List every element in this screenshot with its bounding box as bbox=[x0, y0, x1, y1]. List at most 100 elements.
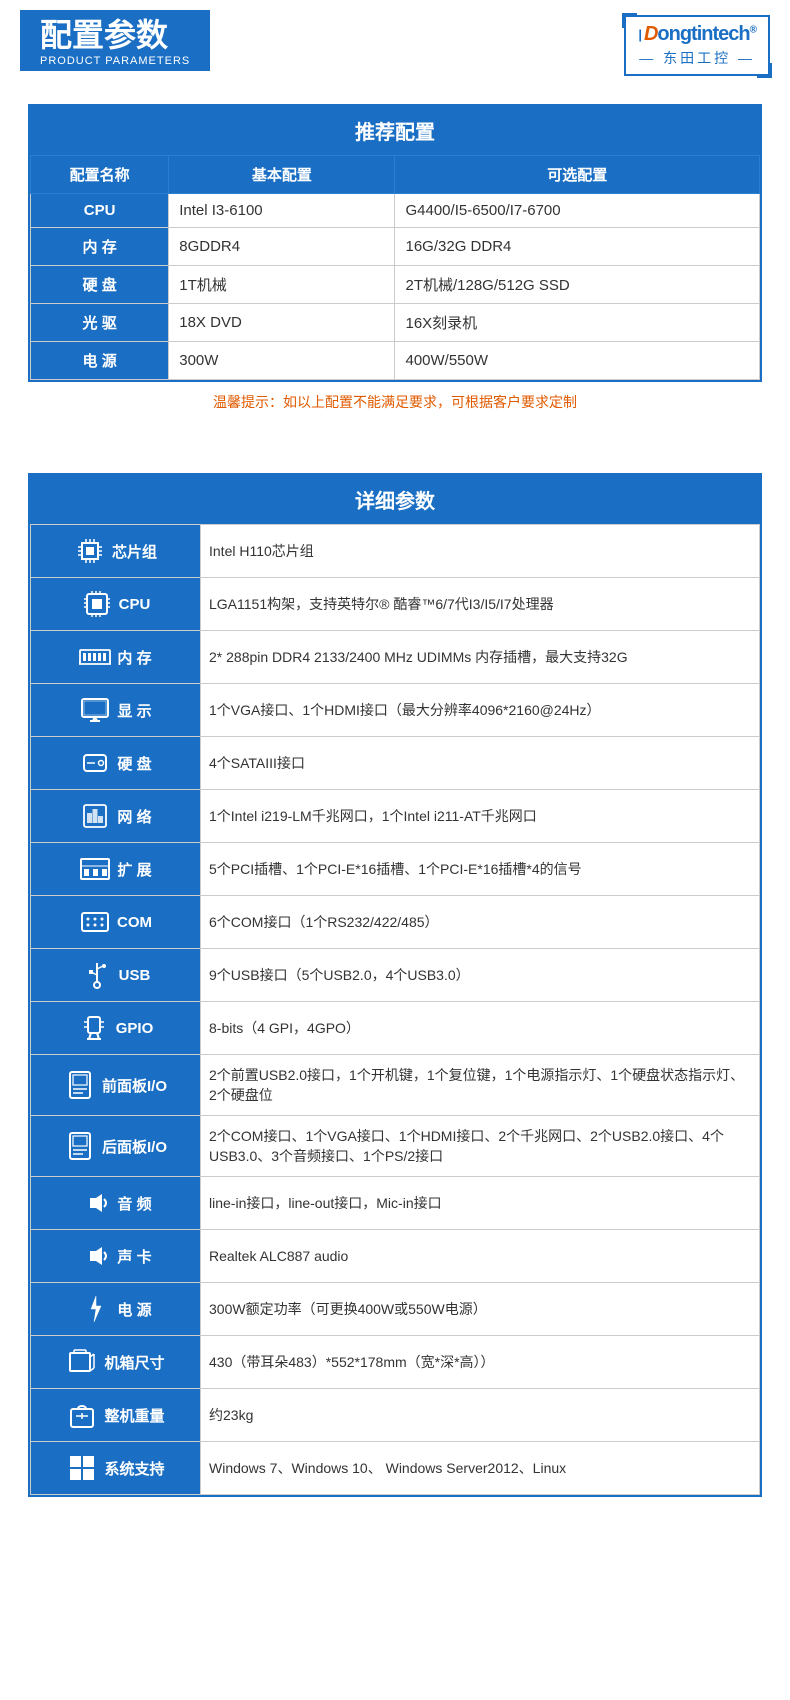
detail-value-cell: 2个前置USB2.0接口，1个开机键，1个复位键，1个电源指示灯、1个硬盘状态指… bbox=[201, 1055, 760, 1116]
detail-title: 详细参数 bbox=[30, 475, 760, 524]
col-header-name: 配置名称 bbox=[31, 156, 169, 194]
detail-label-text: 系统支持 bbox=[104, 1458, 164, 1479]
detail-label-text: 声 卡 bbox=[117, 1246, 151, 1267]
detail-label-cell: GPIO bbox=[31, 1002, 201, 1055]
detail-label-cell: 整机重量 bbox=[31, 1389, 201, 1442]
detail-row: 前面板I/O 2个前置USB2.0接口，1个开机键，1个复位键，1个电源指示灯、… bbox=[31, 1055, 760, 1116]
detail-label-text: 芯片组 bbox=[112, 541, 157, 562]
detail-label-text: GPIO bbox=[116, 1020, 154, 1037]
detail-label-text: 扩 展 bbox=[117, 859, 151, 880]
detail-icon bbox=[79, 1293, 111, 1325]
detail-label-text: 网 络 bbox=[117, 806, 151, 827]
detail-label-text: USB bbox=[119, 967, 151, 984]
detail-icon bbox=[64, 1069, 96, 1101]
detail-label-text: 音 频 bbox=[117, 1193, 151, 1214]
detail-value-cell: Intel H110芯片组 bbox=[201, 525, 760, 578]
page-title-en: PRODUCT PARAMETERS bbox=[40, 55, 190, 67]
detail-label-cell: 后面板I/O bbox=[31, 1116, 201, 1177]
detail-label-cell: 显 示 bbox=[31, 684, 201, 737]
detail-label-cell: 电 源 bbox=[31, 1283, 201, 1336]
recommend-table-outer: 推荐配置 配置名称 基本配置 可选配置 CPU Intel I3-6100 G4… bbox=[28, 104, 762, 382]
detail-label-text: 硬 盘 bbox=[117, 753, 151, 774]
recommend-row-basic: 18X DVD bbox=[169, 304, 395, 342]
detail-label-cell: USB bbox=[31, 949, 201, 1002]
recommend-row-label: 光 驱 bbox=[31, 304, 169, 342]
detail-label-text: 内 存 bbox=[117, 647, 151, 668]
recommend-row-optional: 16G/32G DDR4 bbox=[395, 228, 760, 266]
recommend-row: 内 存 8GDDR4 16G/32G DDR4 bbox=[31, 228, 760, 266]
detail-label-cell: COM bbox=[31, 896, 201, 949]
detail-icon bbox=[79, 747, 111, 779]
detail-value-cell: 1个VGA接口、1个HDMI接口（最大分辨率4096*2160@24Hz） bbox=[201, 684, 760, 737]
detail-label-cell: 扩 展 bbox=[31, 843, 201, 896]
detail-icon bbox=[66, 1399, 98, 1431]
recommend-row-basic: Intel I3-6100 bbox=[169, 194, 395, 228]
recommend-row-optional: 400W/550W bbox=[395, 342, 760, 380]
page-title-zh: 配置参数 bbox=[40, 18, 190, 53]
detail-icon bbox=[66, 1346, 98, 1378]
detail-row: 电 源 300W额定功率（可更换400W或550W电源） bbox=[31, 1283, 760, 1336]
recommend-row-optional: 2T机械/128G/512G SSD bbox=[395, 266, 760, 304]
recommend-row: 电 源 300W 400W/550W bbox=[31, 342, 760, 380]
detail-label-cell: 音 频 bbox=[31, 1177, 201, 1230]
detail-label-cell: 芯片组 bbox=[31, 525, 201, 578]
recommend-table: 配置名称 基本配置 可选配置 CPU Intel I3-6100 G4400/I… bbox=[30, 155, 760, 380]
logo-text: Dongtintech® bbox=[644, 23, 756, 46]
detail-icon bbox=[79, 853, 111, 885]
detail-row: GPIO 8-bits（4 GPI，4GPO） bbox=[31, 1002, 760, 1055]
detail-value-cell: 2* 288pin DDR4 2133/2400 MHz UDIMMs 内存插槽… bbox=[201, 631, 760, 684]
recommend-section: 推荐配置 配置名称 基本配置 可选配置 CPU Intel I3-6100 G4… bbox=[0, 104, 790, 417]
recommend-row: 硬 盘 1T机械 2T机械/128G/512G SSD bbox=[31, 266, 760, 304]
detail-row: 网 络 1个Intel i219-LM千兆网口，1个Intel i211-AT千… bbox=[31, 790, 760, 843]
detail-row: CPU LGA1151构架，支持英特尔® 酷睿™6/7代I3/I5/I7处理器 bbox=[31, 578, 760, 631]
recommend-title: 推荐配置 bbox=[30, 106, 760, 155]
detail-value-cell: 5个PCI插槽、1个PCI-E*16插槽、1个PCI-E*16插槽*4的信号 bbox=[201, 843, 760, 896]
title-box: 配置参数 PRODUCT PARAMETERS bbox=[20, 10, 210, 71]
detail-icon bbox=[78, 1012, 110, 1044]
detail-row: 芯片组 Intel H110芯片组 bbox=[31, 525, 760, 578]
detail-row: 后面板I/O 2个COM接口、1个VGA接口、1个HDMI接口、2个千兆网口、2… bbox=[31, 1116, 760, 1177]
detail-icon bbox=[79, 641, 111, 673]
recommend-row-basic: 300W bbox=[169, 342, 395, 380]
recommend-row-label: 内 存 bbox=[31, 228, 169, 266]
recommend-row-label: 电 源 bbox=[31, 342, 169, 380]
detail-value-cell: 4个SATAIII接口 bbox=[201, 737, 760, 790]
detail-label-cell: 系统支持 bbox=[31, 1442, 201, 1495]
detail-row: 整机重量 约23kg bbox=[31, 1389, 760, 1442]
detail-value-cell: 430（带耳朵483）*552*178mm（宽*深*高）） bbox=[201, 1336, 760, 1389]
detail-value-cell: Windows 7、Windows 10、 Windows Server2012… bbox=[201, 1442, 760, 1495]
detail-value-cell: LGA1151构架，支持英特尔® 酷睿™6/7代I3/I5/I7处理器 bbox=[201, 578, 760, 631]
detail-icon bbox=[81, 959, 113, 991]
detail-value-cell: 约23kg bbox=[201, 1389, 760, 1442]
detail-value-cell: 2个COM接口、1个VGA接口、1个HDMI接口、2个千兆网口、2个USB2.0… bbox=[201, 1116, 760, 1177]
detail-value-cell: 8-bits（4 GPI，4GPO） bbox=[201, 1002, 760, 1055]
detail-row: 显 示 1个VGA接口、1个HDMI接口（最大分辨率4096*2160@24Hz… bbox=[31, 684, 760, 737]
detail-value-cell: 9个USB接口（5个USB2.0，4个USB3.0） bbox=[201, 949, 760, 1002]
detail-label-text: 前面板I/O bbox=[102, 1075, 167, 1096]
detail-icon bbox=[74, 535, 106, 567]
recommend-row: CPU Intel I3-6100 G4400/I5-6500/I7-6700 bbox=[31, 194, 760, 228]
detail-label-text: COM bbox=[117, 914, 152, 931]
detail-label-text: 机箱尺寸 bbox=[104, 1352, 164, 1373]
detail-row: 内 存 2* 288pin DDR4 2133/2400 MHz UDIMMs … bbox=[31, 631, 760, 684]
detail-row: 扩 展 5个PCI插槽、1个PCI-E*16插槽、1个PCI-E*16插槽*4的… bbox=[31, 843, 760, 896]
detail-label-cell: 机箱尺寸 bbox=[31, 1336, 201, 1389]
col-header-optional: 可选配置 bbox=[395, 156, 760, 194]
detail-row: 机箱尺寸 430（带耳朵483）*552*178mm（宽*深*高）） bbox=[31, 1336, 760, 1389]
recommend-row-optional: G4400/I5-6500/I7-6700 bbox=[395, 194, 760, 228]
detail-label-cell: 内 存 bbox=[31, 631, 201, 684]
recommend-row-basic: 8GDDR4 bbox=[169, 228, 395, 266]
detail-row: 音 频 line-in接口，line-out接口，Mic-in接口 bbox=[31, 1177, 760, 1230]
detail-label-cell: 硬 盘 bbox=[31, 737, 201, 790]
detail-icon bbox=[79, 1240, 111, 1272]
detail-label-text: CPU bbox=[119, 596, 151, 613]
detail-label-cell: 声 卡 bbox=[31, 1230, 201, 1283]
detail-row: 声 卡 Realtek ALC887 audio bbox=[31, 1230, 760, 1283]
logo-border: | Dongtintech® — 东田工控 — bbox=[624, 15, 770, 76]
detail-table-outer: 详细参数 芯片组 Intel H110芯片组 CPU LGA1151构架，支持英… bbox=[28, 473, 762, 1497]
detail-row: USB 9个USB接口（5个USB2.0，4个USB3.0） bbox=[31, 949, 760, 1002]
detail-row: COM 6个COM接口（1个RS232/422/485） bbox=[31, 896, 760, 949]
detail-icon bbox=[64, 1130, 96, 1162]
detail-value-cell: Realtek ALC887 audio bbox=[201, 1230, 760, 1283]
detail-label-text: 显 示 bbox=[117, 700, 151, 721]
